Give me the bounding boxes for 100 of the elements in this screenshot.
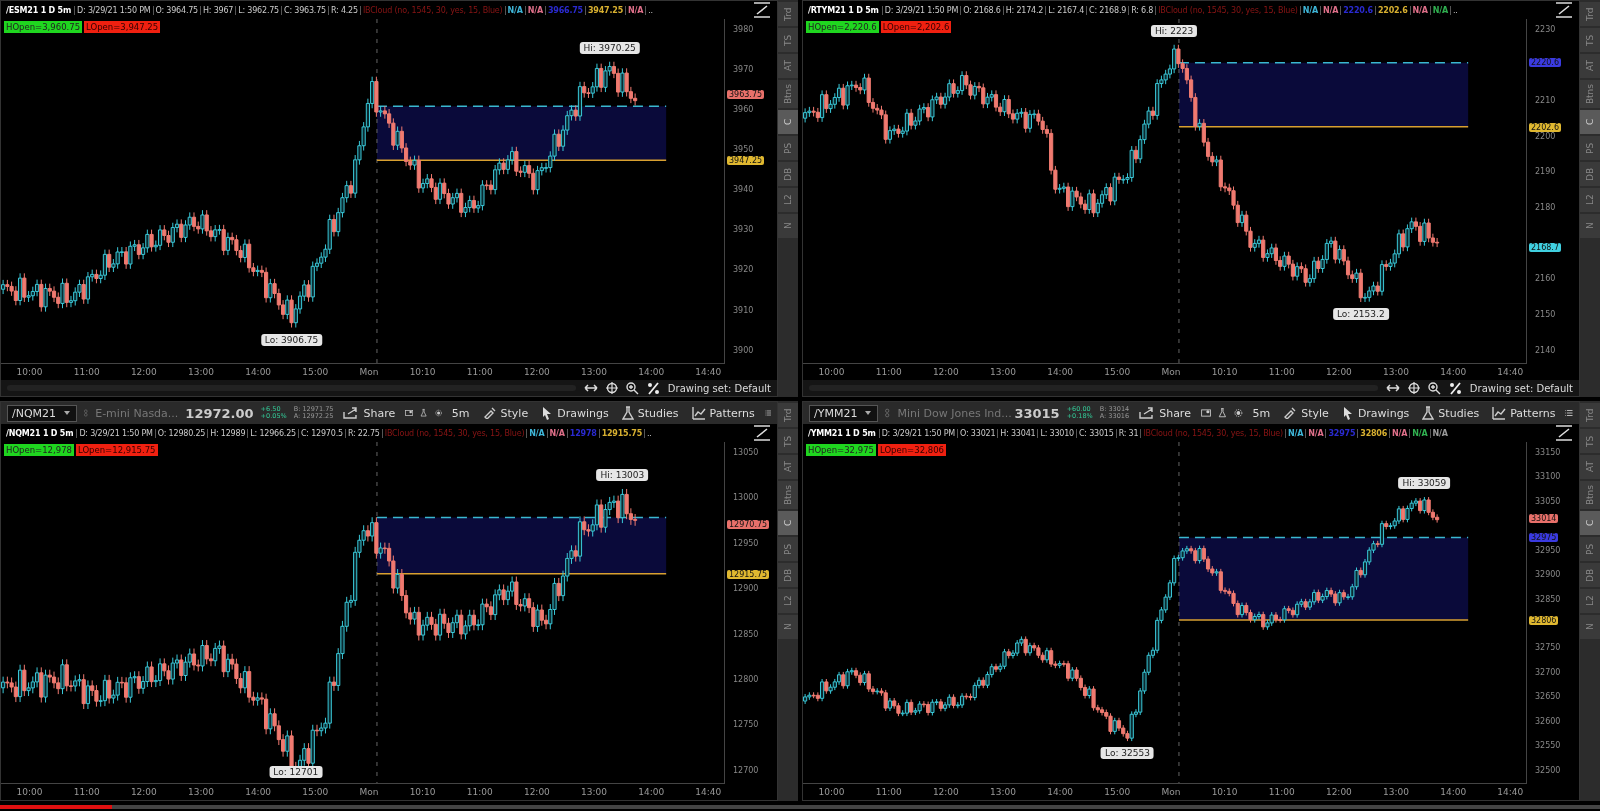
side-tab[interactable]: C (778, 511, 798, 536)
time-tick: 10:00 (16, 787, 43, 797)
side-tab[interactable]: L2 (1580, 589, 1600, 614)
side-tab[interactable]: C (778, 110, 798, 135)
time-tick: 10:10 (409, 787, 436, 797)
toolbar-button[interactable]: 5m (1249, 406, 1274, 420)
price-tick: 3960 (733, 105, 754, 115)
side-tab[interactable]: PS (1580, 537, 1600, 562)
price-tick: 32550 (1535, 741, 1561, 751)
side-tab[interactable]: AT (778, 455, 798, 479)
percent-icon[interactable] (646, 381, 660, 395)
side-tab[interactable]: PS (778, 136, 798, 161)
side-tab[interactable]: AT (1580, 455, 1600, 479)
side-tab[interactable]: N (778, 214, 798, 239)
brush-icon (1283, 407, 1298, 419)
video-progress-track[interactable] (0, 805, 1600, 809)
side-tab[interactable]: DB (1580, 563, 1600, 588)
zoom-icon[interactable] (625, 381, 639, 395)
time-tick: 13:00 (990, 787, 1016, 797)
study-label: IBCloud (no, 1545, 30, yes, 15, Blue) (381, 428, 527, 438)
price-tick: 3950 (733, 145, 754, 155)
toolbar-button[interactable]: Studies (1419, 406, 1483, 420)
side-tab[interactable]: Trd (1580, 403, 1600, 427)
drawing-tool-icon[interactable] (1555, 2, 1573, 18)
percent-icon[interactable] (1448, 381, 1462, 395)
price-marker: 12970.75 (727, 519, 770, 529)
settings-icon[interactable] (1233, 406, 1243, 420)
quote-field: L: 33010 (1037, 428, 1076, 438)
side-tab[interactable]: C (1580, 511, 1600, 536)
crosshair-icon[interactable] (605, 382, 618, 394)
symbol-field[interactable]: /NQM21 (7, 404, 78, 422)
side-tab[interactable]: N (1580, 214, 1600, 239)
quote-field: O: 12980.25 (154, 428, 208, 438)
drawing-tool-icon[interactable] (1555, 425, 1573, 441)
time-tick: 13:00 (1383, 367, 1409, 377)
quote-field: O: 33021 (957, 428, 998, 438)
drawing-set-label[interactable]: Drawing set: Default (1469, 382, 1573, 394)
time-tick: 10:10 (1211, 367, 1238, 377)
pan-arrows-icon[interactable] (1385, 383, 1400, 393)
side-tab[interactable]: PS (1580, 136, 1600, 161)
time-tick: 10:10 (409, 367, 436, 377)
toolbar-button[interactable]: Style (479, 406, 532, 420)
toolbar-button[interactable]: Patterns (688, 406, 758, 420)
side-tab[interactable]: Btns (778, 80, 798, 109)
side-tab[interactable]: L2 (1580, 188, 1600, 213)
pan-arrows-icon[interactable] (583, 383, 598, 393)
quote-field: R: 22.75 (344, 428, 382, 438)
toolbar-button[interactable]: Style (1280, 406, 1332, 420)
time-tick: 15:00 (302, 787, 329, 797)
time-tick: 10:00 (16, 367, 43, 377)
drawing-tool-icon[interactable] (753, 2, 771, 18)
toolbar-button[interactable]: Drawings (1338, 406, 1413, 420)
side-tab[interactable]: Trd (778, 2, 798, 26)
quote-field: L: 12966.25 (247, 428, 298, 438)
chart-pattern-icon (691, 406, 706, 420)
price-tick: 32950 (1535, 545, 1561, 555)
side-tab[interactable]: L2 (778, 188, 798, 213)
study-value: 3947.25 (585, 5, 626, 15)
side-tab[interactable]: N (1580, 615, 1600, 640)
price-marker: 3947.25 (727, 156, 765, 166)
toolbar-button[interactable]: Studies (618, 406, 682, 420)
side-tab[interactable]: Trd (1580, 2, 1600, 26)
drawing-tool-icon[interactable] (753, 425, 771, 441)
toolbar-button[interactable]: 5m (448, 406, 473, 420)
side-tab[interactable]: Trd (778, 403, 798, 427)
side-tab[interactable]: DB (778, 162, 798, 187)
price-tick: 32900 (1535, 570, 1561, 580)
price-tick: 2200 (1535, 131, 1556, 141)
toolbar-button[interactable]: Patterns (1489, 406, 1559, 420)
price-tick: 12900 (733, 584, 759, 594)
side-tab[interactable]: PS (778, 537, 798, 562)
side-tab[interactable]: TS (778, 429, 798, 453)
time-tick: 14:00 (638, 367, 665, 377)
drawing-set-label[interactable]: Drawing set: Default (667, 382, 771, 394)
side-tab[interactable]: AT (778, 54, 798, 78)
instrument-description: E-mini Nasda... (95, 406, 179, 420)
side-tab[interactable]: TS (1580, 429, 1600, 453)
side-tab[interactable]: C (1580, 110, 1600, 135)
side-tab[interactable]: Btns (1580, 481, 1600, 510)
side-tab[interactable]: Btns (778, 481, 798, 510)
symbol-field[interactable]: /YMM21 (809, 404, 879, 422)
side-tab[interactable]: N (778, 615, 798, 640)
side-tab[interactable]: TS (778, 28, 798, 52)
side-tab[interactable]: DB (1580, 162, 1600, 187)
high-open-label: HOpen=12,978 (4, 444, 74, 456)
side-tab[interactable]: AT (1580, 54, 1600, 78)
menu-icon[interactable] (1565, 407, 1573, 419)
toolbar-button[interactable]: Drawings (538, 406, 612, 420)
side-tab[interactable]: TS (1580, 28, 1600, 52)
toolbar-button[interactable]: Share (1136, 406, 1194, 420)
side-tab[interactable]: L2 (778, 589, 798, 614)
high-open-label: HOpen=32,975 (806, 444, 876, 456)
toolbar-button[interactable]: Share (340, 406, 399, 420)
price-marker: 2220.6 (1529, 58, 1561, 68)
side-tab[interactable]: DB (778, 563, 798, 588)
side-tab[interactable]: Btns (1580, 80, 1600, 109)
zoom-icon[interactable] (1427, 381, 1441, 395)
crosshair-icon[interactable] (1407, 382, 1420, 394)
message-icon[interactable] (1200, 406, 1211, 420)
price-tick: 2180 (1535, 203, 1556, 213)
